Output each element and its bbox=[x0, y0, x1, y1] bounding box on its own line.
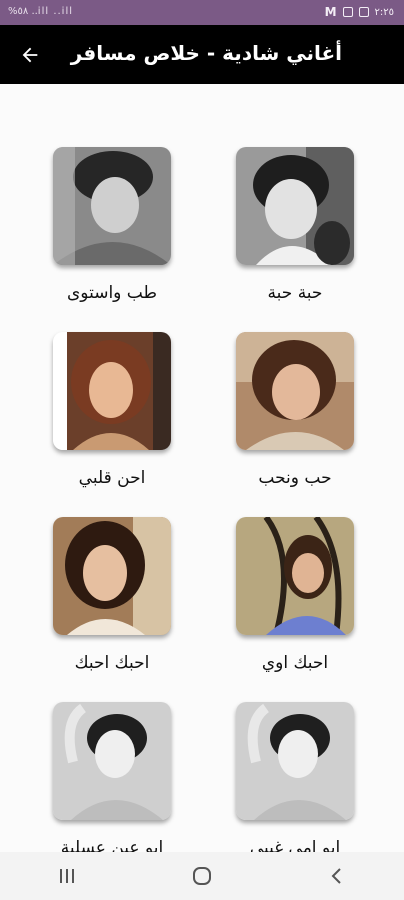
recent-apps-icon bbox=[60, 869, 75, 883]
song-title: احن قلبي bbox=[78, 468, 146, 488]
system-navigation-bar bbox=[0, 852, 404, 900]
song-title: حبة حبة bbox=[267, 283, 323, 303]
song-thumbnail bbox=[53, 147, 171, 265]
app-bar: أغاني شادية - خلاص مسافر bbox=[0, 25, 404, 84]
status-time: ٢:٢٥ bbox=[374, 6, 394, 18]
back-icon bbox=[331, 868, 341, 884]
page-title: أغاني شادية - خلاص مسافر bbox=[70, 41, 342, 65]
song-card[interactable]: احبك اوي bbox=[235, 517, 355, 673]
song-title: ابو عين عسلية bbox=[60, 838, 164, 852]
home-button[interactable] bbox=[182, 856, 222, 896]
song-card[interactable]: احبك احبك bbox=[52, 517, 172, 673]
song-thumbnail bbox=[53, 702, 171, 820]
songs-grid: حبة حبة طب واستوى حب ونحب احن قلبي احبك … bbox=[0, 84, 404, 852]
song-thumbnail bbox=[236, 147, 354, 265]
song-card[interactable]: ابو عين عسلية bbox=[52, 702, 172, 852]
song-thumbnail bbox=[236, 332, 354, 450]
song-title: ابو امي غيبي bbox=[249, 838, 341, 852]
status-signal-battery: %٥٨ ..ill ..ill bbox=[8, 6, 74, 17]
image-notification-icon bbox=[358, 7, 369, 17]
song-title: طب واستوى bbox=[66, 283, 158, 303]
status-right-icons: M ٢:٢٥ bbox=[325, 5, 394, 19]
song-title: احبك اوي bbox=[261, 653, 329, 673]
song-thumbnail bbox=[236, 517, 354, 635]
system-back-button[interactable] bbox=[317, 856, 357, 896]
song-card[interactable]: احن قلبي bbox=[52, 332, 172, 488]
song-card[interactable]: حب ونحب bbox=[235, 332, 355, 488]
arrow-left-icon bbox=[22, 47, 38, 63]
gallery-notification-icon bbox=[342, 7, 353, 17]
song-thumbnail bbox=[236, 702, 354, 820]
recent-apps-button[interactable] bbox=[47, 856, 87, 896]
song-thumbnail bbox=[53, 332, 171, 450]
song-thumbnail bbox=[53, 517, 171, 635]
song-card[interactable]: طب واستوى bbox=[52, 147, 172, 303]
back-button[interactable] bbox=[14, 39, 46, 71]
song-title: احبك احبك bbox=[74, 653, 150, 673]
home-icon bbox=[192, 867, 211, 885]
m-notification-icon: M bbox=[324, 5, 337, 19]
song-title: حب ونحب bbox=[258, 468, 332, 488]
song-card[interactable]: حبة حبة bbox=[235, 147, 355, 303]
song-card[interactable]: ابو امي غيبي bbox=[235, 702, 355, 852]
status-bar: %٥٨ ..ill ..ill M ٢:٢٥ bbox=[0, 0, 404, 25]
